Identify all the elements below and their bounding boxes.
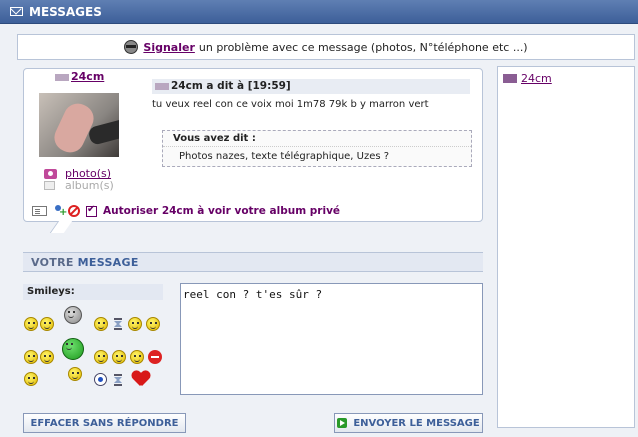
heart-icon[interactable] (132, 371, 150, 387)
redacted-name-mark (155, 82, 169, 90)
message-actions: Autoriser 24cm à voir votre album privé (24, 201, 482, 221)
smiley-party-icon[interactable] (68, 367, 82, 381)
smiley-neutral-icon[interactable] (40, 350, 54, 364)
smiley-sad-icon[interactable] (128, 317, 142, 331)
report-bar: Signaler un problème avec ce message (ph… (17, 34, 635, 60)
authorize-album-label[interactable]: Autoriser 24cm à voir votre album privé (103, 205, 340, 217)
masked-face-icon (124, 40, 139, 54)
message-body: tu veux reel con ce voix moi 1m78 79k b … (152, 99, 429, 110)
quote-title: Vous avez dit : (163, 131, 471, 147)
message-panel: 24cm photo(s) album(s) 24cm a dit à [19:… (23, 68, 483, 233)
no-entry-icon[interactable] (148, 350, 162, 364)
smiley-sick-icon[interactable] (62, 338, 84, 360)
smiley-grin-icon[interactable] (40, 317, 54, 331)
albums-link: album(s) (65, 179, 114, 192)
hourglass-small-icon[interactable] (114, 374, 122, 386)
block-user-icon[interactable] (68, 205, 80, 217)
albums-link-row: album(s) (44, 179, 114, 192)
smiley-happy-icon[interactable] (24, 317, 38, 331)
contact-avatar-icon (503, 74, 517, 83)
eye-icon[interactable] (94, 373, 107, 386)
authorize-album-checkbox[interactable] (86, 204, 97, 217)
envelope-icon (10, 7, 23, 16)
smiley-cool-icon[interactable] (112, 350, 126, 364)
smiley-laugh-icon[interactable] (94, 350, 108, 364)
report-link[interactable]: Signaler (143, 41, 194, 54)
report-text: un problème avec ce message (photos, N°t… (198, 40, 528, 54)
message-header: 24cm a dit à [19:59] (152, 79, 470, 94)
compose-header: VOTRE MESSAGE (23, 252, 483, 272)
window-titlebar: MESSAGES (0, 0, 638, 24)
send-button[interactable]: ENVOYER LE MESSAGE (334, 413, 483, 433)
sidebar-contact-link[interactable]: 24cm (503, 72, 552, 85)
hourglass-icon[interactable] (114, 318, 122, 330)
quote-text: Photos nazes, texte télégraphique, Uzes … (179, 151, 390, 162)
profile-card-icon[interactable] (32, 206, 47, 216)
add-user-icon[interactable] (53, 205, 67, 218)
album-icon (44, 181, 55, 190)
smiley-whistle-icon[interactable] (24, 372, 38, 386)
camera-icon (44, 168, 57, 179)
send-arrow-icon (337, 418, 348, 428)
smiley-shock-icon[interactable] (146, 317, 160, 331)
quote-box: Vous avez dit : Photos nazes, texte télé… (162, 130, 472, 167)
smiley-angry-icon[interactable] (64, 306, 82, 324)
window-title: MESSAGES (29, 4, 102, 19)
smileys-palette (22, 305, 167, 390)
speech-bubble-tail (49, 221, 73, 233)
smiley-wink-icon[interactable] (94, 317, 108, 331)
redacted-name-mark (55, 73, 69, 81)
smileys-label: Smileys: (23, 284, 163, 300)
smiley-thumbs-icon[interactable] (130, 350, 144, 364)
smiley-confused-icon[interactable] (24, 350, 38, 364)
clear-button[interactable]: EFFACER SANS RÉPONDRE (23, 413, 186, 433)
sender-username-link[interactable]: 24cm (55, 70, 104, 83)
message-input[interactable]: reel con ? t'es sûr ? (180, 283, 483, 395)
contacts-sidebar: 24cm (497, 66, 635, 428)
sender-photo[interactable] (39, 93, 119, 157)
